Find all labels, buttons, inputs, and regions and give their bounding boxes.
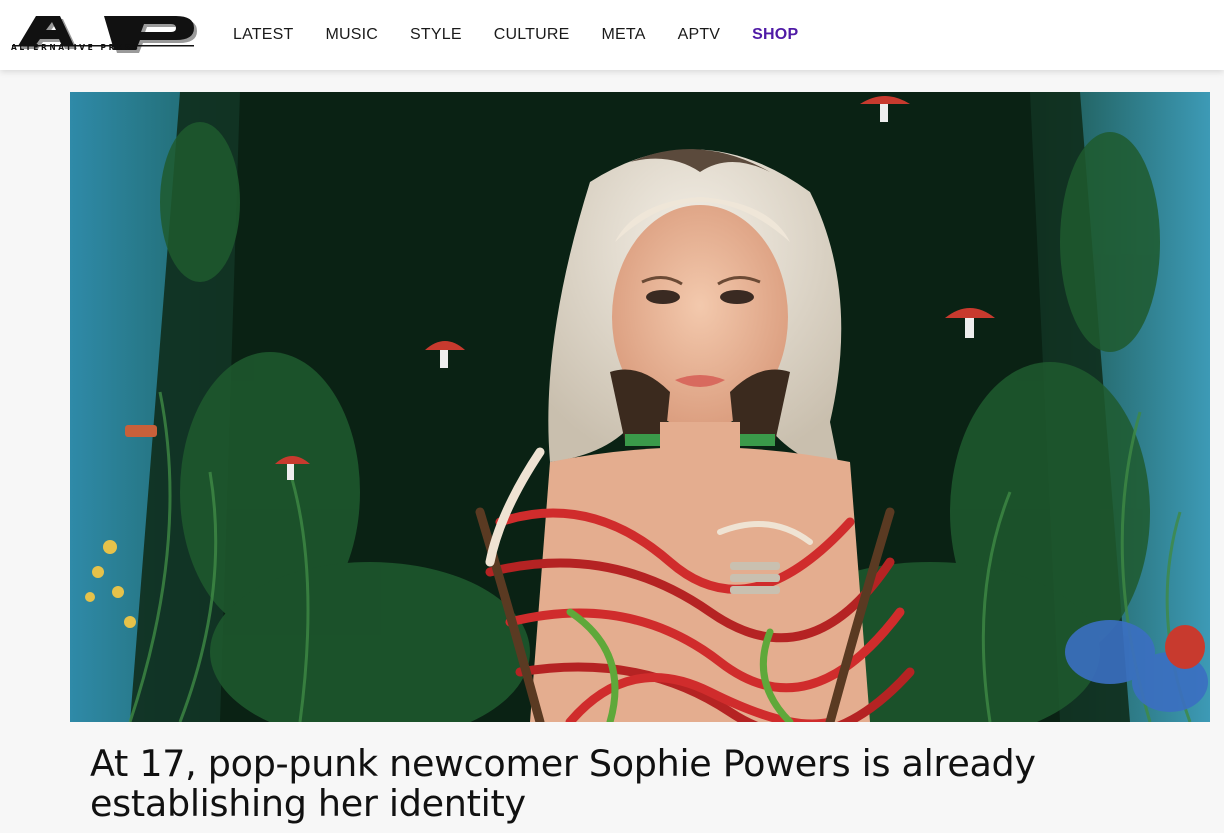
logo-subtext: ALTERNATIVE PRESS [11, 43, 141, 52]
nav-style[interactable]: STYLE [410, 24, 462, 46]
site-header: ALTERNATIVE PRESS LATEST MUSIC STYLE CUL… [0, 0, 1224, 70]
hero-image[interactable] [70, 92, 1210, 722]
main-nav: LATEST MUSIC STYLE CULTURE META APTV SHO… [233, 24, 830, 46]
nav-culture[interactable]: CULTURE [494, 24, 570, 46]
nav-aptv[interactable]: APTV [678, 24, 721, 46]
nav-latest[interactable]: LATEST [233, 24, 293, 46]
nav-meta[interactable]: META [602, 24, 646, 46]
nav-shop[interactable]: SHOP [752, 24, 798, 46]
nav-music[interactable]: MUSIC [325, 24, 378, 46]
article-headline[interactable]: At 17, pop-punk newcomer Sophie Powers i… [90, 744, 1140, 824]
hero-photo-illustration [70, 92, 1210, 722]
site-logo[interactable]: ALTERNATIVE PRESS [8, 12, 198, 58]
